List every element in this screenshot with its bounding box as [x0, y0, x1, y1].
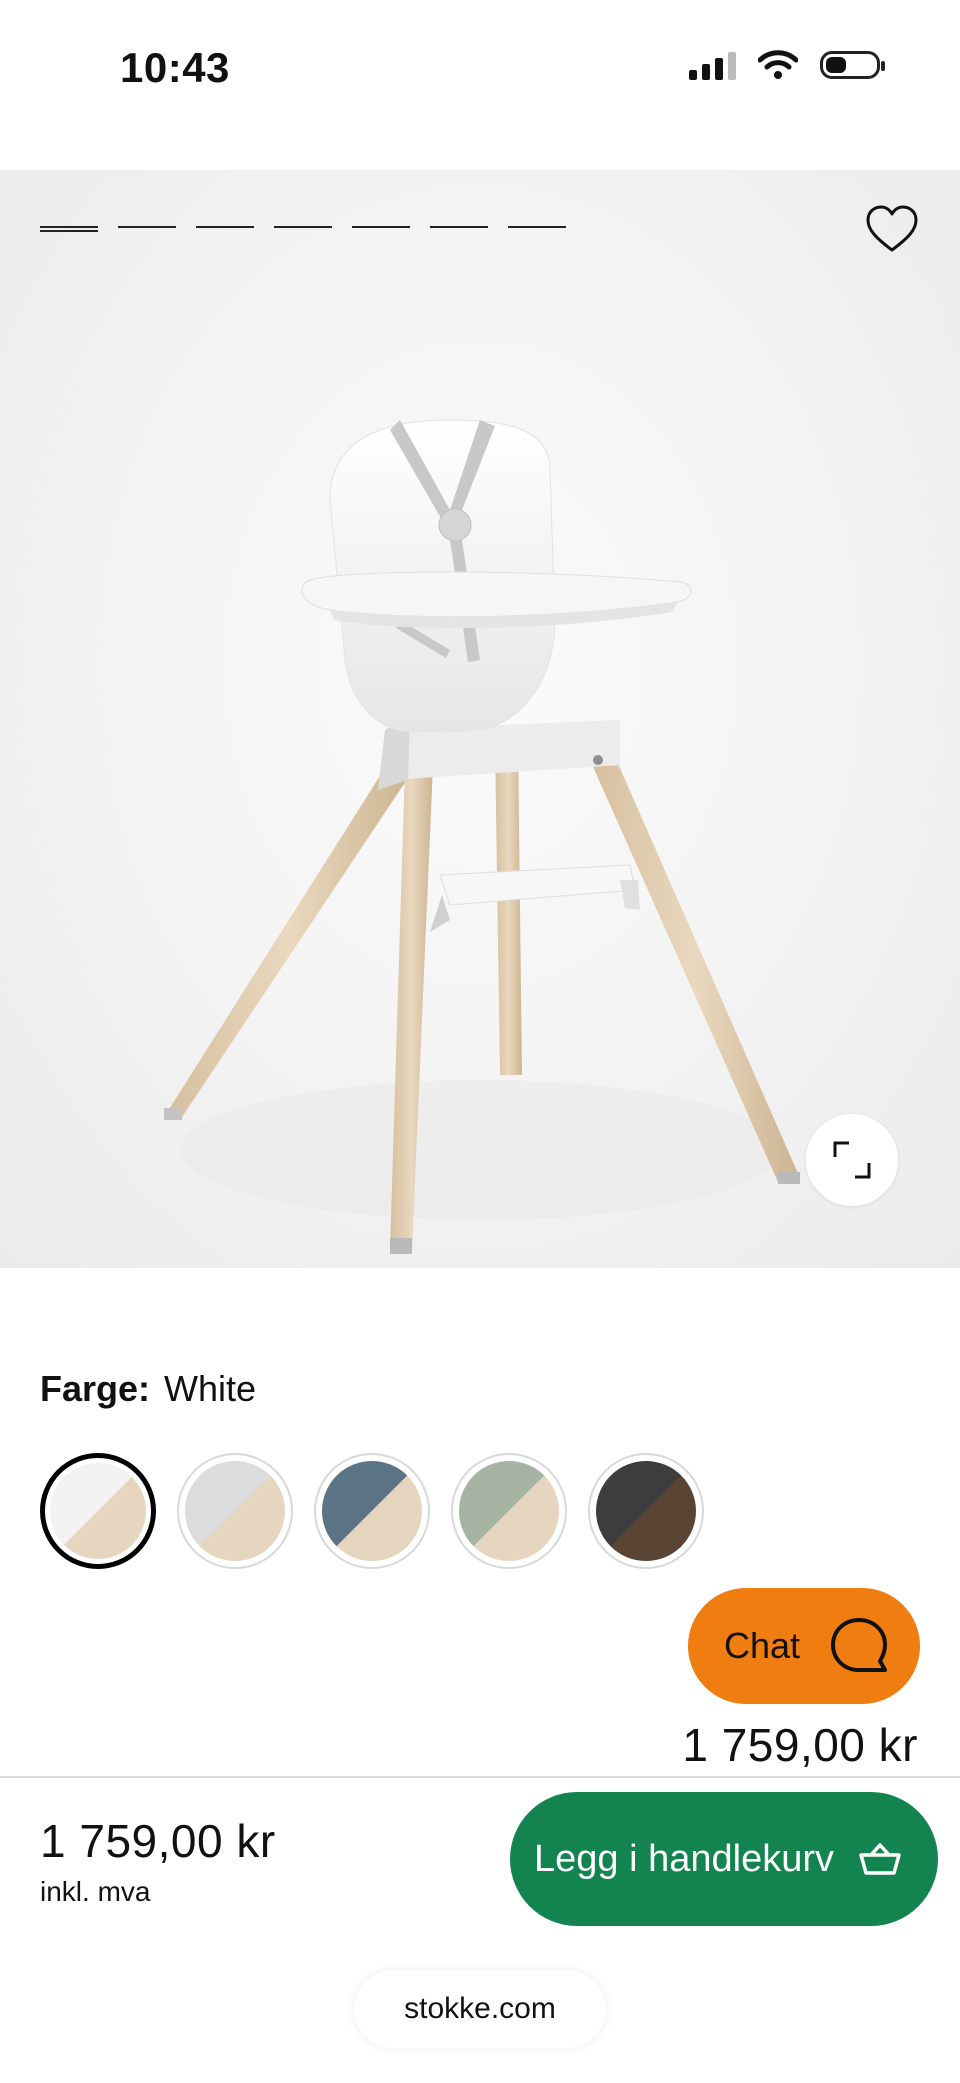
vat-note: inkl. mva [40, 1876, 151, 1907]
chat-button[interactable]: Chat [688, 1588, 920, 1704]
expand-icon [833, 1141, 871, 1179]
battery-icon [820, 51, 885, 79]
color-swatch-fill [596, 1461, 696, 1561]
color-swatch-fill [459, 1461, 559, 1561]
sticky-price: 1 759,00 kr [40, 1815, 276, 1867]
chat-bubble-icon [831, 1618, 887, 1672]
gallery-indicators [40, 226, 566, 232]
add-to-cart-label: Legg i handlekurv [534, 1837, 834, 1880]
gallery-indicator[interactable] [352, 226, 410, 228]
color-swatch[interactable] [177, 1453, 293, 1569]
cellular-signal-icon [689, 50, 736, 80]
status-bar: 10:43 [0, 0, 960, 150]
color-label: Farge: White [40, 1368, 256, 1410]
gallery-indicator[interactable] [508, 226, 566, 228]
color-swatch[interactable] [588, 1453, 704, 1569]
add-to-cart-button[interactable]: Legg i handlekurv [510, 1792, 938, 1926]
gallery-indicator[interactable] [274, 226, 332, 228]
gallery-indicator[interactable] [40, 226, 98, 232]
color-swatch[interactable] [40, 1453, 156, 1569]
color-swatch[interactable] [314, 1453, 430, 1569]
chat-label: Chat [724, 1625, 801, 1666]
product-price: 1 759,00 kr [682, 1719, 918, 1771]
product-image [164, 419, 800, 1254]
gallery-indicator[interactable] [430, 226, 488, 228]
wifi-icon [758, 50, 798, 79]
color-swatch-fill [185, 1461, 285, 1561]
sticky-cart-bar: 1 759,00 kr inkl. mva Legg i handlekurv … [0, 1776, 960, 2083]
color-swatches [40, 1453, 704, 1569]
heart-outline-icon[interactable] [864, 202, 920, 258]
color-label-key: Farge: [40, 1368, 151, 1409]
status-icons [689, 50, 885, 80]
gallery-indicator[interactable] [118, 226, 176, 228]
basket-icon [859, 1843, 901, 1875]
gallery-indicator[interactable] [196, 226, 254, 228]
selected-color-name: White [164, 1368, 257, 1409]
browser-url-bar[interactable]: stokke.com [354, 1970, 606, 2048]
status-time: 10:43 [120, 44, 230, 91]
color-swatch-fill [50, 1463, 146, 1559]
product-image-gallery[interactable] [0, 170, 960, 1268]
color-swatch-fill [322, 1461, 422, 1561]
expand-image-button[interactable] [806, 1114, 898, 1206]
color-swatch[interactable] [451, 1453, 567, 1569]
